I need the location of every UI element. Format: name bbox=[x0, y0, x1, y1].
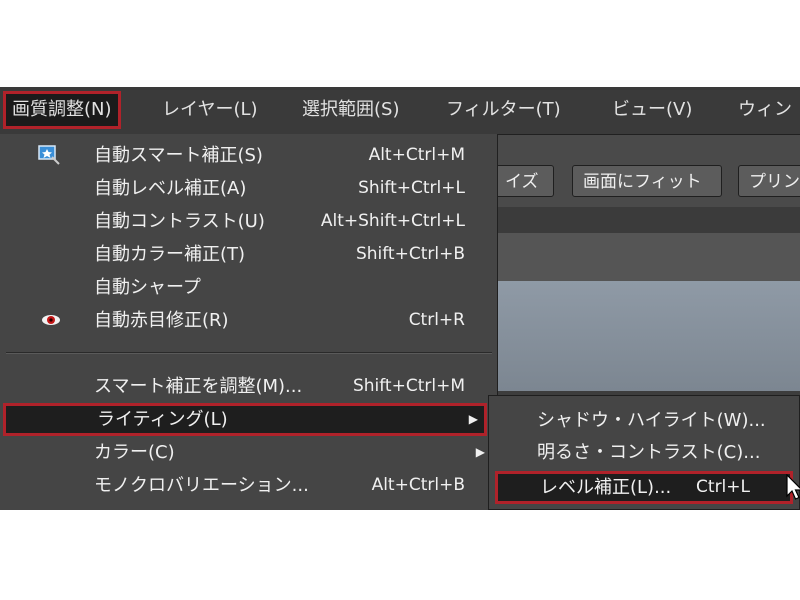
menu-item-shortcut: Alt+Shift+Ctrl+L bbox=[320, 211, 465, 231]
print-size-button[interactable]: プリン bbox=[738, 165, 800, 197]
app-window: イズ 画面にフィット プリン 画質調整(N) レイヤー(L) 選択範囲(S) フ… bbox=[0, 87, 800, 510]
menu-item-adjust-smart-fix[interactable]: スマート補正を調整(M)... Shift+Ctrl+M bbox=[0, 370, 497, 403]
menu-item-label: 自動スマート補正(S) bbox=[94, 145, 263, 166]
menu-image-adjust[interactable]: 画質調整(N) bbox=[3, 91, 121, 129]
menu-item-mono-variation[interactable]: モノクロバリエーション... Alt+Ctrl+B bbox=[0, 469, 497, 502]
menu-item-shortcut: Shift+Ctrl+L bbox=[358, 178, 465, 198]
menu-item-label: シャドウ・ハイライト(W)... bbox=[537, 410, 766, 431]
image-adjust-dropdown: 自動スマート補正(S) Alt+Ctrl+M 自動レベル補正(A) Shift+… bbox=[0, 134, 498, 510]
menu-item-shortcut: Alt+Ctrl+M bbox=[368, 145, 465, 165]
menu-item-auto-sharpen[interactable]: 自動シャープ bbox=[0, 271, 497, 304]
menu-layer[interactable]: レイヤー(L) bbox=[162, 93, 258, 126]
fit-to-screen-button[interactable]: 画面にフィット bbox=[572, 165, 722, 197]
menu-item-label: レベル補正(L)... bbox=[540, 477, 672, 498]
menu-item-label: 自動赤目修正(R) bbox=[94, 310, 229, 331]
menu-item-shortcut: Ctrl+R bbox=[408, 310, 465, 330]
auto-smart-fix-icon bbox=[38, 145, 60, 165]
submenu-arrow-icon: ▶ bbox=[475, 445, 485, 459]
menu-item-label: ライティング(L) bbox=[97, 409, 228, 430]
menu-item-label: 自動カラー補正(T) bbox=[94, 244, 246, 265]
menu-item-auto-red-eye[interactable]: 自動赤目修正(R) Ctrl+R bbox=[0, 304, 497, 337]
menu-select[interactable]: 選択範囲(S) bbox=[302, 93, 399, 126]
menu-window[interactable]: ウィン bbox=[738, 93, 792, 126]
menu-item-shortcut: Shift+Ctrl+B bbox=[355, 244, 465, 264]
submenu-arrow-icon: ▶ bbox=[468, 412, 478, 426]
menu-item-auto-smart-fix[interactable]: 自動スマート補正(S) Alt+Ctrl+M bbox=[0, 139, 497, 172]
menu-separator bbox=[6, 352, 492, 354]
menu-item-shortcut: Alt+Ctrl+B bbox=[371, 475, 465, 495]
menu-item-auto-contrast[interactable]: 自動コントラスト(U) Alt+Shift+Ctrl+L bbox=[0, 205, 497, 238]
menu-item-label: 明るさ・コントラスト(C)... bbox=[537, 442, 761, 463]
menu-item-auto-levels[interactable]: 自動レベル補正(A) Shift+Ctrl+L bbox=[0, 172, 497, 205]
mouse-cursor-icon bbox=[786, 474, 800, 500]
submenu-item-levels[interactable]: レベル補正(L)... Ctrl+L bbox=[495, 471, 793, 504]
menu-item-label: 自動レベル補正(A) bbox=[94, 178, 247, 199]
red-eye-icon bbox=[42, 315, 60, 325]
menu-item-auto-color[interactable]: 自動カラー補正(T) Shift+Ctrl+B bbox=[0, 238, 497, 271]
menu-item-shortcut: Shift+Ctrl+M bbox=[352, 376, 465, 396]
menu-item-label: 自動コントラスト(U) bbox=[94, 211, 265, 232]
resize-button[interactable]: イズ bbox=[494, 165, 554, 197]
menu-bar: 画質調整(N) レイヤー(L) 選択範囲(S) フィルター(T) ビュー(V) … bbox=[0, 87, 800, 135]
menu-item-label: カラー(C) bbox=[94, 442, 175, 463]
submenu-item-brightness-contrast[interactable]: 明るさ・コントラスト(C)... bbox=[489, 436, 799, 469]
menu-item-label: スマート補正を調整(M)... bbox=[94, 376, 303, 397]
menu-item-label: 自動シャープ bbox=[94, 277, 201, 298]
submenu-item-shadows-highlights[interactable]: シャドウ・ハイライト(W)... bbox=[489, 404, 799, 437]
menu-item-lighting[interactable]: ライティング(L) ▶ bbox=[3, 403, 487, 436]
menu-item-color[interactable]: カラー(C) ▶ bbox=[0, 436, 497, 469]
menu-item-shortcut: Ctrl+L bbox=[696, 477, 750, 497]
menu-item-label: モノクロバリエーション... bbox=[94, 475, 309, 496]
menu-view[interactable]: ビュー(V) bbox=[612, 93, 692, 126]
menu-filter[interactable]: フィルター(T) bbox=[446, 93, 561, 126]
lighting-submenu: シャドウ・ハイライト(W)... 明るさ・コントラスト(C)... レベル補正(… bbox=[488, 395, 800, 510]
